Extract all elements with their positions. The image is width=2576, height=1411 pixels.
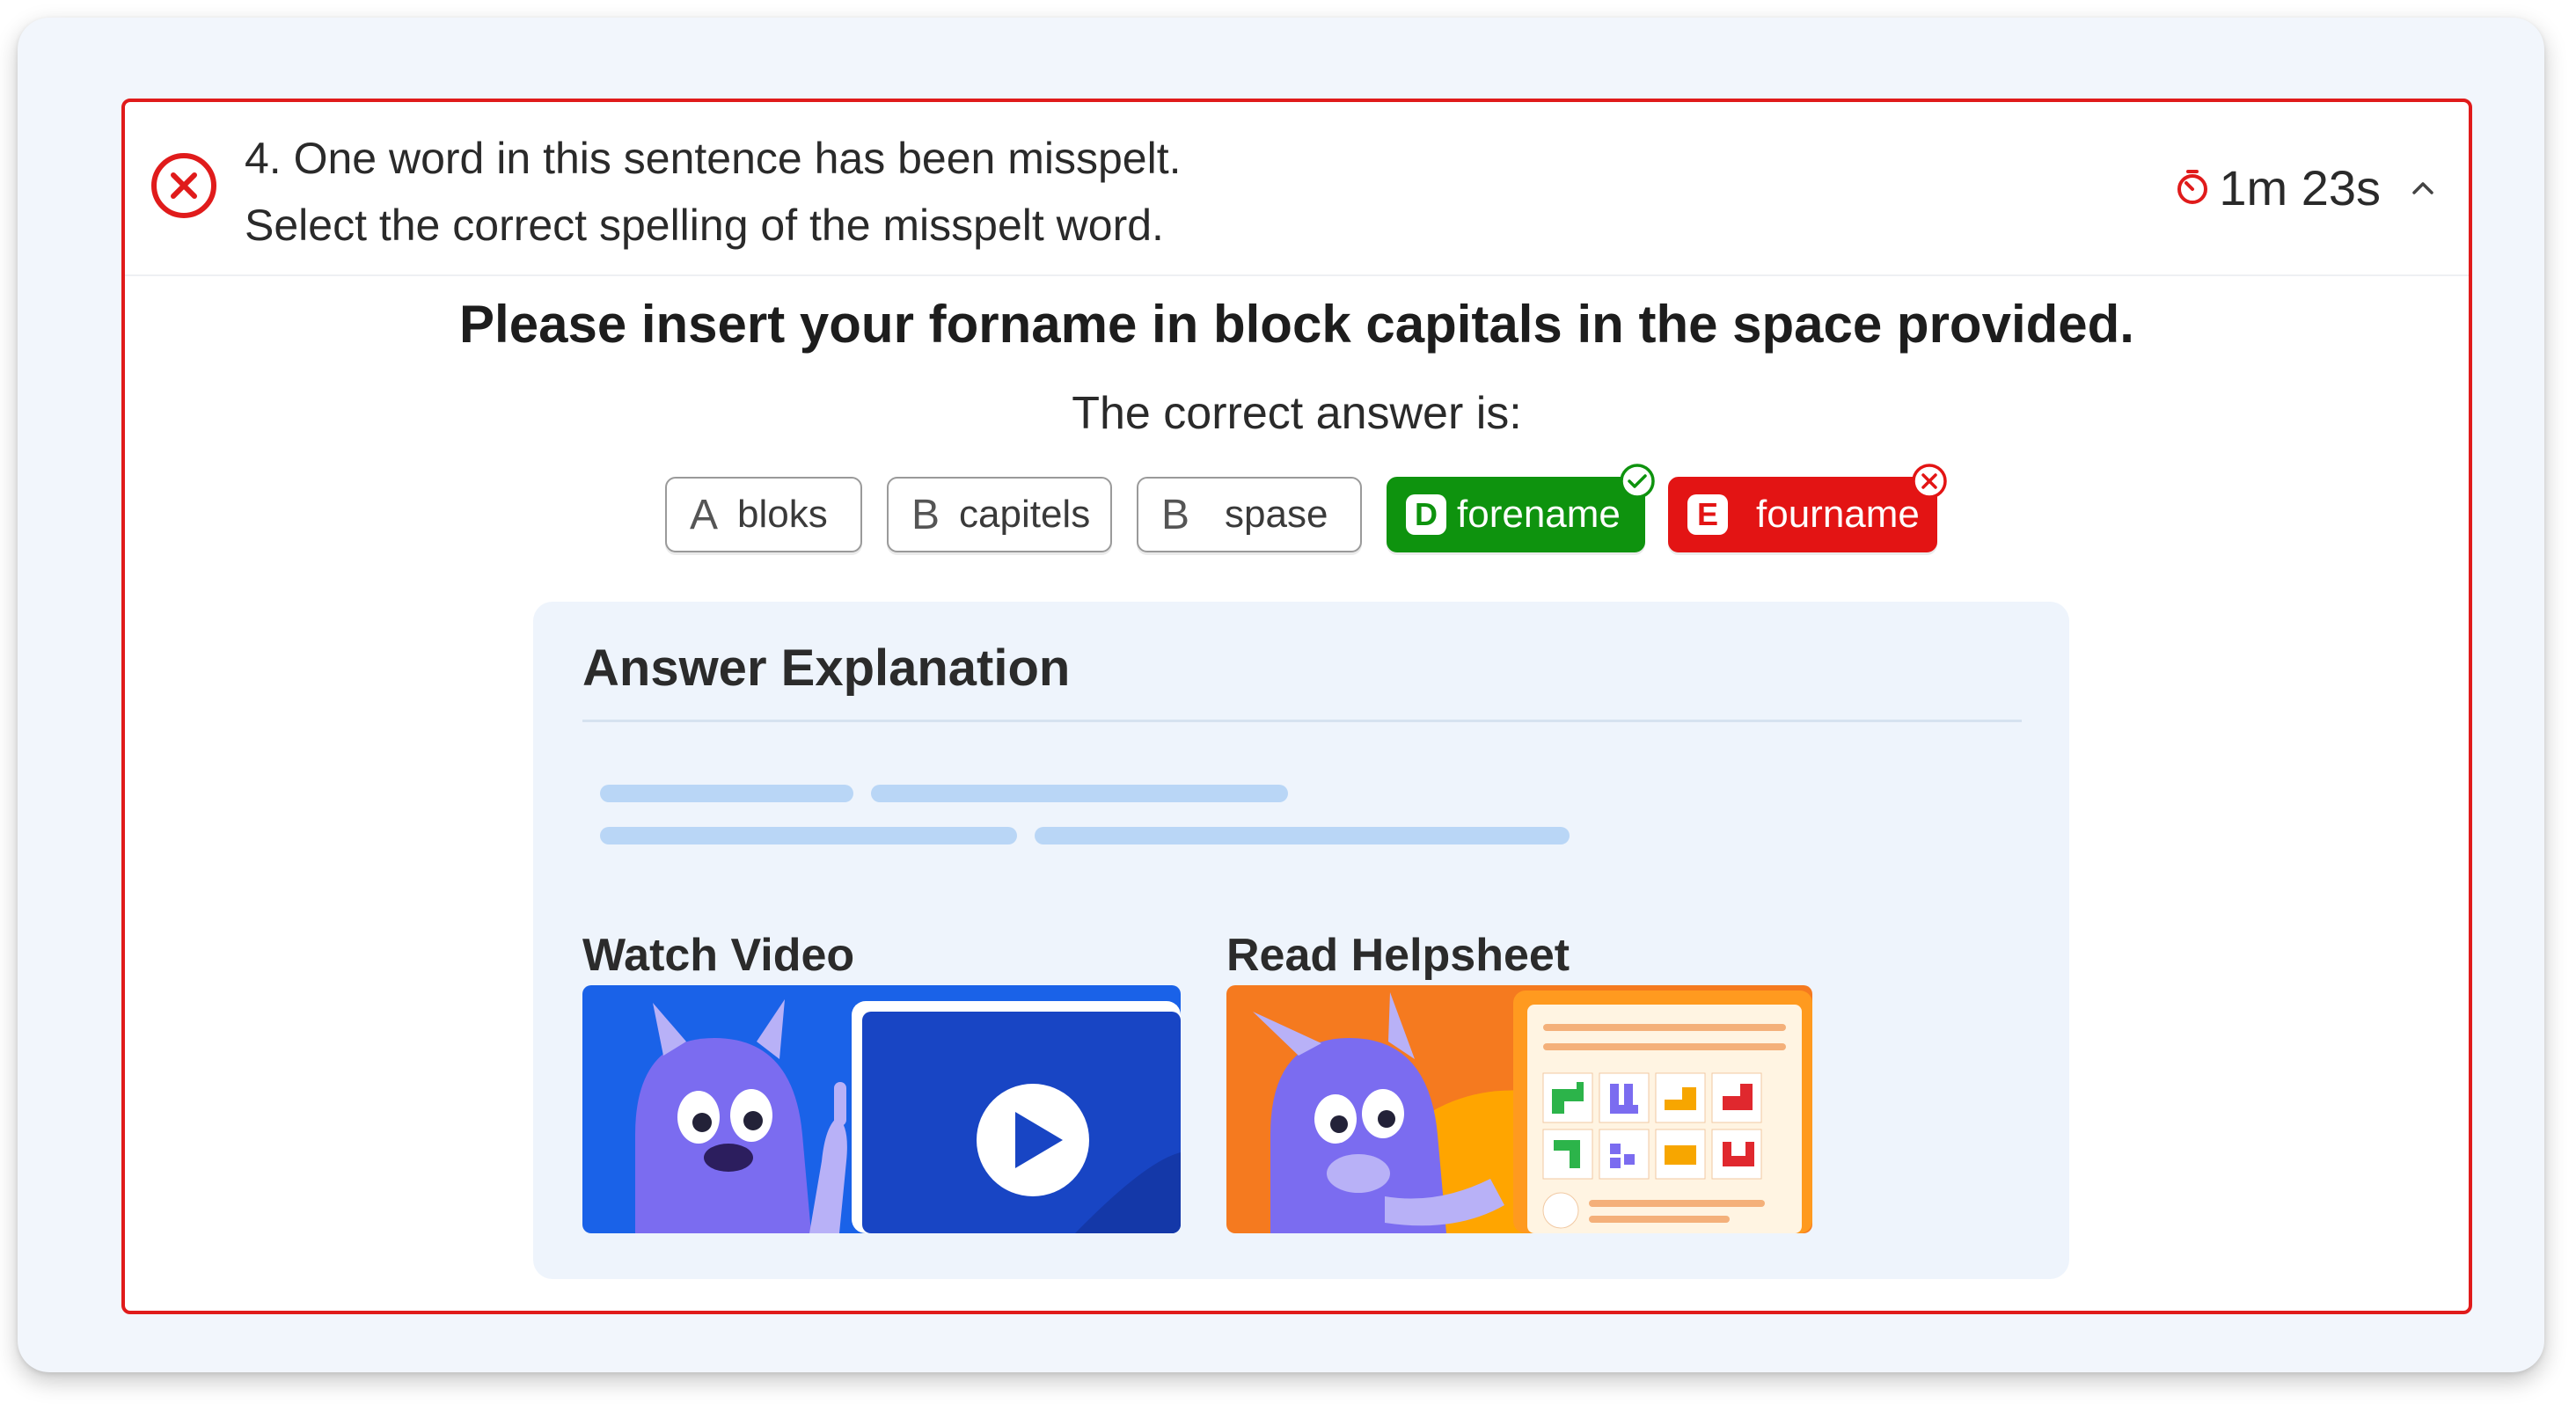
timer-value: 1m 23s [2219, 159, 2381, 216]
close-circle-icon [151, 153, 216, 218]
question-line-2: Select the correct spelling of the missp… [245, 201, 1164, 250]
option-text: forename [1457, 493, 1621, 536]
option-text: bloks [737, 493, 828, 536]
question-line-1: 4. One word in this sentence has been mi… [245, 134, 1182, 183]
x-circle-icon [1912, 464, 1947, 499]
question-sentence: Please insert your forname in block capi… [459, 295, 2134, 354]
answer-options: A bloks B capitels B spase D forename E [125, 464, 2469, 552]
watch-video-label: Watch Video [582, 930, 855, 981]
video-thumbnail[interactable] [582, 985, 1181, 1233]
helpsheet-thumbnail[interactable] [1226, 985, 1812, 1233]
option-letter: D [1406, 494, 1446, 535]
option-b[interactable]: B capitels [887, 477, 1112, 552]
option-e-selected-wrong[interactable]: E fourname [1668, 464, 1947, 552]
text-placeholder-line [871, 785, 1288, 802]
text-placeholder-line [600, 785, 853, 802]
option-text: capitels [959, 493, 1091, 536]
read-helpsheet-label: Read Helpsheet [1226, 930, 1570, 981]
question-header[interactable]: 4. One word in this sentence has been mi… [125, 102, 2469, 276]
check-circle-icon [1620, 464, 1655, 499]
chevron-up-icon[interactable] [2400, 165, 2446, 211]
timer-icon [2177, 170, 2208, 204]
option-c[interactable]: B spase [1137, 477, 1362, 552]
helpsheet-illustration [1226, 985, 1812, 1233]
explanation-title: Answer Explanation [582, 640, 1071, 697]
option-letter: E [1687, 494, 1728, 535]
question-prompt: 4. One word in this sentence has been mi… [245, 125, 1181, 259]
video-illustration [582, 985, 1181, 1233]
answer-explanation-panel: Answer Explanation Watch Video Read Help… [533, 602, 2069, 1279]
correct-answer-label: The correct answer is: [1072, 388, 1522, 439]
option-text: spase [1225, 493, 1328, 536]
question-timer: 1m 23s [2173, 157, 2381, 218]
option-letter: B [1161, 491, 1190, 538]
option-letter: A [690, 491, 719, 538]
question-card: 4. One word in this sentence has been mi… [121, 99, 2472, 1314]
explanation-divider [582, 720, 2022, 722]
text-placeholder-line [1035, 827, 1570, 844]
play-icon[interactable] [977, 1084, 1089, 1196]
option-d-correct[interactable]: D forename [1387, 464, 1655, 552]
option-letter: B [911, 491, 940, 538]
option-a[interactable]: A bloks [665, 477, 862, 552]
option-text: fourname [1756, 493, 1920, 536]
quiz-review-card: 4. One word in this sentence has been mi… [18, 18, 2544, 1372]
text-placeholder-line [600, 827, 1017, 844]
